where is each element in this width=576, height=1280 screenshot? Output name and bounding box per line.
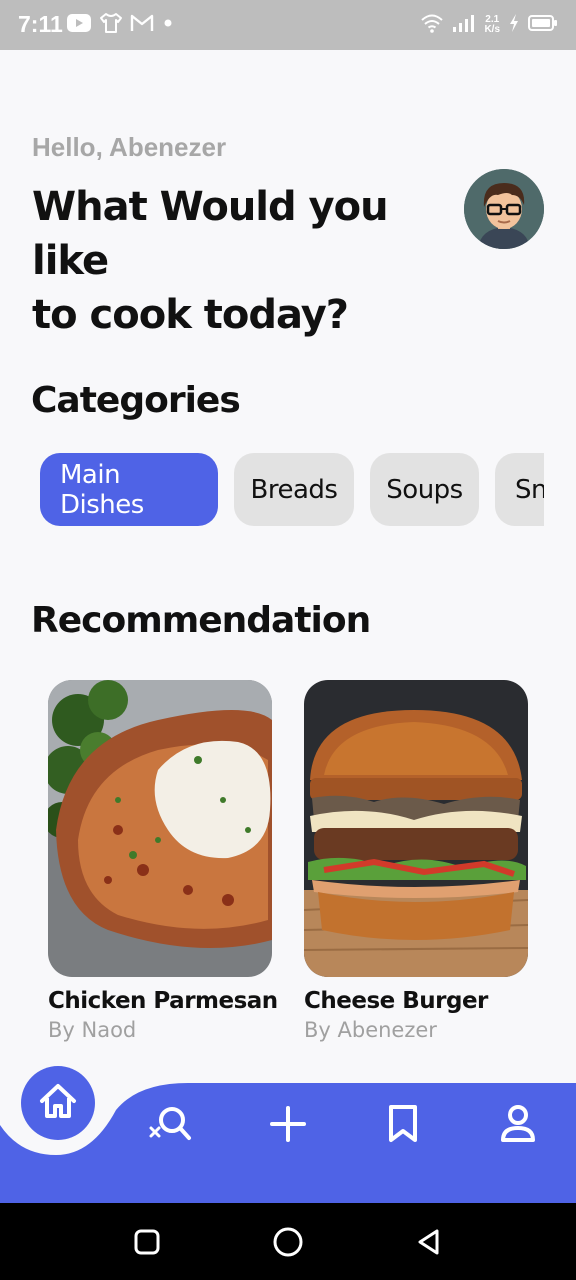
nav-home-button[interactable] xyxy=(21,1066,95,1140)
recommendation-title: Recommendation xyxy=(31,600,371,641)
category-chip-soups[interactable]: Soups xyxy=(370,453,479,526)
status-bar: 7:11 2.1 K/s xyxy=(0,0,576,50)
recipe-title: Chicken Parmesan xyxy=(48,988,278,1014)
chicken-parmesan-image[interactable] xyxy=(48,680,272,977)
network-speed: 2.1 K/s xyxy=(484,15,500,35)
search-icon[interactable] xyxy=(148,1102,192,1146)
back-icon[interactable] xyxy=(410,1223,448,1261)
page-title: What Would you like to cook today? xyxy=(32,184,389,338)
wifi-icon xyxy=(420,12,444,38)
dot-icon xyxy=(161,13,175,37)
home-circle-icon[interactable] xyxy=(269,1223,307,1261)
category-chip-snacks[interactable]: Snacks xyxy=(495,453,544,526)
gmail-icon xyxy=(130,13,154,37)
system-navigation-bar xyxy=(0,1203,576,1280)
recipe-author: By Abenezer xyxy=(304,1018,437,1042)
cheese-burger-image[interactable] xyxy=(304,680,528,977)
youtube-icon xyxy=(66,13,92,37)
recents-icon[interactable] xyxy=(128,1223,166,1261)
home-icon xyxy=(36,1079,80,1127)
battery-icon xyxy=(528,13,558,37)
category-chip-main-dishes[interactable]: Main Dishes xyxy=(40,453,218,526)
add-icon[interactable] xyxy=(266,1102,310,1146)
recipe-title: Cheese Burger xyxy=(304,988,488,1014)
greeting-text: Hello, Abenezer xyxy=(32,132,227,162)
charging-icon xyxy=(508,12,520,38)
status-system-icons: 2.1 K/s xyxy=(420,12,558,38)
bookmark-icon[interactable] xyxy=(381,1102,425,1146)
categories-title: Categories xyxy=(31,380,241,421)
recipe-card-cheese-burger[interactable]: Cheese Burger By Abenezer xyxy=(304,680,528,1042)
recipe-author: By Naod xyxy=(48,1018,137,1042)
profile-icon[interactable] xyxy=(496,1102,540,1146)
status-notification-icons xyxy=(66,12,175,38)
categories-scroller[interactable]: Main Dishes Breads Soups Snacks xyxy=(40,453,544,527)
avatar-icon[interactable] xyxy=(464,169,544,249)
network-speed-unit: K/s xyxy=(484,24,500,35)
category-chip-breads[interactable]: Breads xyxy=(234,453,354,526)
shirt-icon xyxy=(99,12,123,38)
recipe-card-chicken-parmesan[interactable]: Chicken Parmesan By Naod xyxy=(48,680,278,1042)
status-time: 7:11 xyxy=(18,11,63,37)
signal-icon xyxy=(452,13,476,37)
